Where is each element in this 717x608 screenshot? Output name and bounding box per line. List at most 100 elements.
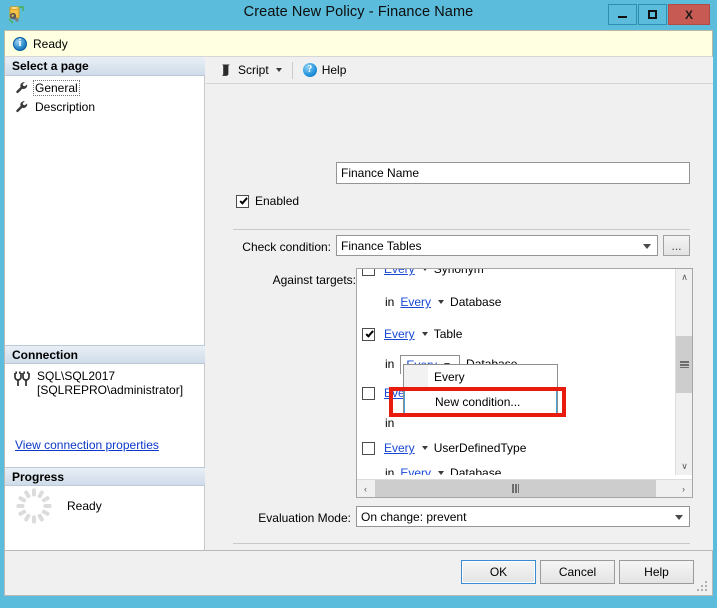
pane-toolbar: Script ? Help xyxy=(206,57,713,84)
sidebar-item-general-label: General xyxy=(33,79,80,96)
status-info-bar: i Ready xyxy=(4,30,713,56)
target-prefix-label: in xyxy=(385,416,395,430)
chevron-down-icon[interactable] xyxy=(438,471,445,475)
progress-row: Ready xyxy=(15,482,200,530)
grip-icon xyxy=(512,484,519,493)
target-checkbox[interactable] xyxy=(362,327,375,341)
sidebar-item-general[interactable]: General xyxy=(15,79,80,96)
table-row[interactable]: Every Synonym xyxy=(357,269,484,280)
target-prefix-label: in xyxy=(385,357,395,371)
script-button[interactable]: Script xyxy=(214,59,287,81)
close-button[interactable]: X xyxy=(668,4,710,25)
chevron-down-icon[interactable] xyxy=(275,68,282,72)
divider-top xyxy=(233,229,690,230)
wrench-icon xyxy=(16,81,28,93)
table-row[interactable]: in xyxy=(357,412,400,434)
divider-bottom xyxy=(233,543,690,544)
progress-status: Ready xyxy=(67,499,102,513)
target-type-label: Database xyxy=(450,295,502,309)
sidebar-item-description[interactable]: Description xyxy=(15,98,97,115)
dropdown-item-every[interactable]: Every xyxy=(404,365,557,389)
scroll-up-icon[interactable]: ∧ xyxy=(676,269,692,286)
information-icon: i xyxy=(13,36,27,51)
enabled-label: Enabled xyxy=(255,194,300,208)
vertical-scrollbar-thumb[interactable] xyxy=(676,336,692,393)
evaluation-mode-value: On change: prevent xyxy=(361,509,467,524)
maximize-icon xyxy=(648,10,657,19)
check-icon xyxy=(239,195,248,205)
spinner-icon xyxy=(16,488,52,524)
connection-icon xyxy=(14,371,30,386)
target-scope-link[interactable]: Every xyxy=(384,441,415,455)
chevron-down-icon[interactable] xyxy=(643,243,651,249)
target-scope-link[interactable]: Every xyxy=(400,466,431,475)
wrench-icon xyxy=(16,100,28,112)
ok-button[interactable]: OK xyxy=(461,560,536,584)
minimize-button[interactable] xyxy=(608,4,637,25)
help-button[interactable]: ? Help xyxy=(298,59,352,81)
create-new-policy-dialog: Create New Policy - Finance Name X i Rea… xyxy=(0,0,717,608)
against-targets-label: Against targets: xyxy=(272,273,356,287)
check-condition-browse-button[interactable]: ... xyxy=(663,235,690,256)
target-prefix-label: in xyxy=(385,295,395,309)
scroll-right-icon[interactable]: › xyxy=(675,480,692,497)
connection-server: SQL\SQL2017 xyxy=(37,369,116,383)
grip-icon xyxy=(680,361,689,368)
connection-user: [SQLREPRO\administrator] xyxy=(37,383,184,397)
maximize-button[interactable] xyxy=(638,4,667,25)
check-condition-label: Check condition: xyxy=(242,240,331,254)
target-type-label: UserDefinedType xyxy=(433,441,527,455)
cancel-button[interactable]: Cancel xyxy=(540,560,615,584)
toolbar-divider xyxy=(291,61,293,79)
chevron-down-icon[interactable] xyxy=(421,269,428,271)
target-type-label: Database xyxy=(450,466,502,475)
target-scope-link[interactable]: Every xyxy=(400,295,431,309)
view-connection-properties-link[interactable]: View connection properties xyxy=(15,438,159,452)
target-type-label: Synonym xyxy=(433,269,484,276)
check-icon xyxy=(365,328,374,338)
target-type-label: Table xyxy=(433,327,463,341)
dialog-footer: OK Cancel Help xyxy=(4,551,713,596)
scroll-down-icon[interactable]: ∨ xyxy=(676,458,692,475)
chevron-down-icon[interactable] xyxy=(675,514,683,520)
script-button-label: Script xyxy=(238,63,269,77)
table-row[interactable]: in Every Database xyxy=(357,291,501,313)
enabled-checkbox-row[interactable]: Enabled xyxy=(236,194,299,208)
minimize-icon xyxy=(618,16,627,18)
chevron-down-icon[interactable] xyxy=(421,446,428,450)
targets-horizontal-scrollbar[interactable]: ‹ › xyxy=(357,479,692,497)
help-button-label: Help xyxy=(321,63,347,77)
help-icon: ? xyxy=(302,63,317,77)
target-scope-link[interactable]: Every xyxy=(384,269,415,276)
horizontal-scrollbar-thumb[interactable] xyxy=(375,480,656,497)
table-row[interactable]: Every UserDefinedType xyxy=(357,437,526,459)
table-row[interactable]: Every Table xyxy=(357,323,462,345)
dialog-body: Select a page General Description Connec… xyxy=(4,56,713,578)
target-checkbox[interactable] xyxy=(362,386,375,400)
target-scope-link[interactable]: Every xyxy=(384,327,415,341)
evaluation-mode-combo[interactable]: On change: prevent xyxy=(356,506,690,527)
sidebar-item-description-label: Description xyxy=(35,99,96,114)
check-condition-value: Finance Tables xyxy=(341,238,422,253)
check-condition-combo[interactable]: Finance Tables xyxy=(336,235,658,256)
connection-header: Connection xyxy=(5,345,205,364)
target-checkbox[interactable] xyxy=(362,441,375,455)
sidebar: Select a page General Description Connec… xyxy=(5,57,205,550)
target-scope-dropdown-menu[interactable]: Every New condition... xyxy=(403,364,558,415)
dropdown-item-new-condition[interactable]: New condition... xyxy=(404,390,557,414)
enabled-checkbox[interactable] xyxy=(236,194,249,208)
scroll-left-icon[interactable]: ‹ xyxy=(357,480,374,497)
table-row[interactable]: in Every Database xyxy=(357,462,501,475)
select-page-header: Select a page xyxy=(5,57,205,76)
status-text: Ready xyxy=(33,36,68,51)
targets-vertical-scrollbar[interactable]: ∧ ∨ xyxy=(675,269,692,475)
name-input[interactable]: Finance Name xyxy=(336,162,690,184)
connection-info: SQL\SQL2017 [SQLREPRO\administrator] xyxy=(13,369,201,397)
resize-grip-icon[interactable] xyxy=(697,581,709,593)
chevron-down-icon[interactable] xyxy=(438,300,445,304)
target-checkbox[interactable] xyxy=(362,269,375,276)
chevron-down-icon[interactable] xyxy=(421,332,428,336)
script-icon xyxy=(221,64,230,76)
help-dialog-button[interactable]: Help xyxy=(619,560,694,584)
evaluation-mode-label: Evaluation Mode: xyxy=(258,511,351,525)
